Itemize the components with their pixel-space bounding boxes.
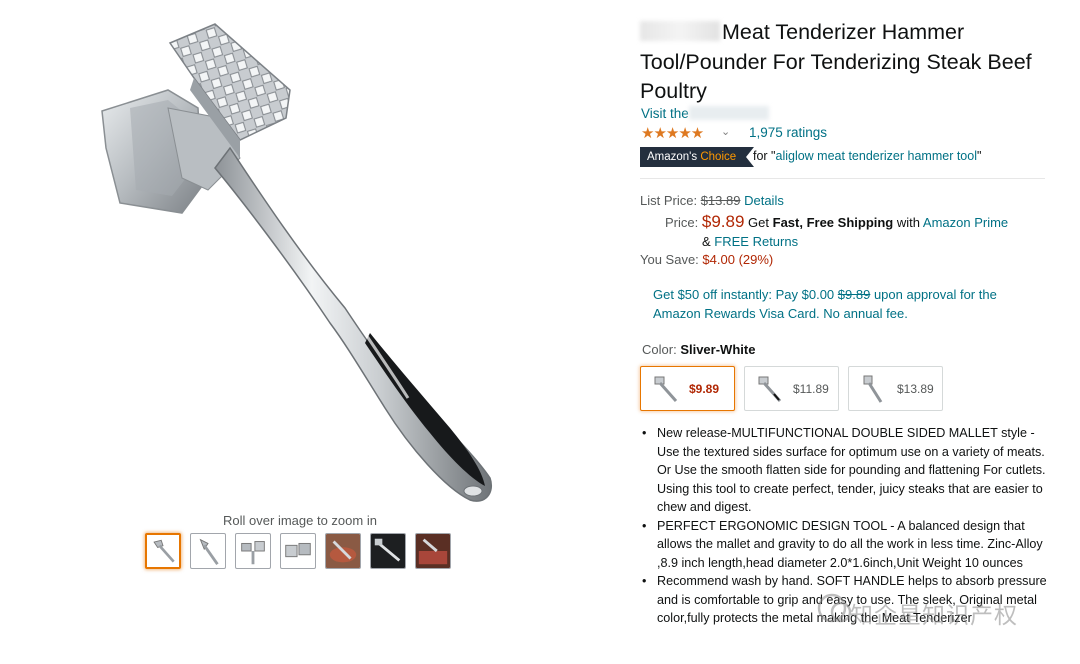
variant-swatch-3[interactable]: $13.89 [848, 366, 943, 411]
store-link[interactable]: Visit the [641, 106, 769, 121]
choice-for-text: for "aliglow meat tenderizer hammer tool… [753, 149, 981, 163]
section-divider [640, 178, 1045, 179]
chevron-down-icon[interactable]: ⌄ [721, 125, 730, 138]
color-value: Sliver-White [680, 342, 756, 357]
feature-bullet: New release-MULTIFUNCTIONAL DOUBLE SIDED… [640, 424, 1052, 517]
price-value: $9.89 [701, 212, 745, 231]
shipping-with-text: with [896, 215, 920, 230]
list-price-row: List Price: $13.89 Details [640, 193, 784, 208]
thumbnail-2[interactable] [190, 533, 226, 569]
store-link-prefix[interactable]: Visit the [641, 106, 689, 121]
you-save-value: $4.00 (29%) [702, 252, 774, 267]
returns-row: & FREE Returns [702, 234, 798, 249]
zoom-hint: Roll over image to zoom in [223, 513, 377, 528]
returns-ampersand: & [702, 234, 711, 249]
watermark-text: 知企星知识产权 [850, 602, 1018, 628]
free-returns-link[interactable]: FREE Returns [714, 234, 798, 249]
price-label: Price: [665, 215, 699, 230]
fast-free-shipping-text: Fast, Free Shipping [772, 215, 894, 230]
variant-price: $13.89 [897, 382, 934, 396]
list-price-label: List Price: [640, 193, 698, 208]
promo-text-a[interactable]: Get $50 off instantly: Pay $0.00 [653, 287, 834, 302]
badge-choice-text: Choice [700, 151, 737, 163]
thumbnail-5[interactable] [325, 533, 361, 569]
thumbnail-3[interactable] [235, 533, 271, 569]
choice-for-prefix: for " [753, 149, 776, 163]
variant-price: $11.89 [793, 382, 829, 396]
color-selector-label: Color: Sliver-White [642, 342, 755, 357]
redacted-store-name [688, 106, 769, 120]
variant-swatch-2[interactable]: $11.89 [744, 366, 839, 411]
shipping-get-text: Get [748, 215, 769, 230]
star-rating-icon[interactable]: ★★★★★ [641, 124, 704, 142]
thumbnail-4[interactable] [280, 533, 316, 569]
main-product-image[interactable] [90, 8, 510, 513]
you-save-label: You Save: [640, 252, 699, 267]
amazons-choice-badge: Amazon's Choice [640, 147, 746, 167]
mallet-icon [758, 376, 782, 402]
amazon-prime-link[interactable]: Amazon Prime [923, 215, 1008, 230]
choice-query-link[interactable]: aliglow meat tenderizer hammer tool [776, 149, 977, 163]
product-title: Meat Tenderizer Hammer Tool/Pounder For … [640, 18, 1040, 107]
you-save-row: You Save: $4.00 (29%) [640, 252, 773, 267]
thumbnail-6[interactable] [370, 533, 406, 569]
variant-price: $9.89 [689, 382, 720, 396]
price-row: Price: $9.89 Get Fast, Free Shipping wit… [665, 212, 1008, 232]
thumbnail-7[interactable] [415, 533, 451, 569]
redacted-brand [640, 21, 720, 41]
thumbnail-1[interactable] [145, 533, 181, 569]
details-link[interactable]: Details [744, 193, 784, 208]
mallet-icon [654, 376, 678, 402]
mallet-icon [863, 375, 883, 403]
list-price-value: $13.89 [700, 193, 741, 208]
choice-for-suffix: " [976, 149, 982, 163]
feature-bullet: PERFECT ERGONOMIC DESIGN TOOL - A balanc… [640, 517, 1052, 573]
variant-swatch-1[interactable]: $9.89 [640, 366, 735, 411]
color-label: Color: [642, 342, 677, 357]
promo-struck-price: $9.89 [837, 287, 871, 302]
credit-card-promo[interactable]: Get $50 off instantly: Pay $0.00 $9.89 u… [653, 286, 1023, 323]
badge-amazons-text: Amazon's [647, 151, 698, 163]
ratings-count-link[interactable]: 1,975 ratings [749, 125, 827, 140]
